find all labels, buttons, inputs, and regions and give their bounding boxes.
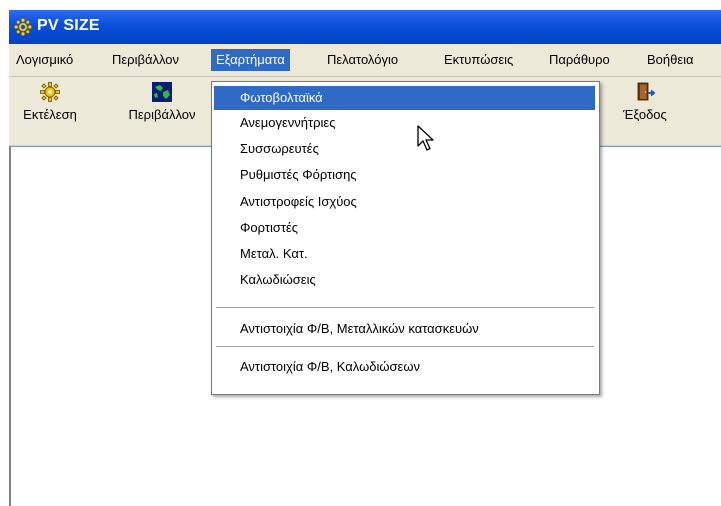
app-window: PV SIZE Λογισμικό Περιβάλλον Εξαρτήματα … [9, 10, 721, 506]
run-button[interactable]: Εκτέλεση [15, 81, 85, 137]
menu-help[interactable]: Βοήθεια [642, 49, 699, 71]
menu-item-charge-controllers[interactable]: Ρυθμιστές Φόρτισης [214, 163, 595, 187]
menu-item-batteries[interactable]: Συσσωρευτές [214, 137, 595, 161]
menu-separator [216, 307, 594, 308]
menu-prints[interactable]: Εκτυπώσεις [439, 49, 518, 71]
globe-icon [152, 82, 172, 102]
menu-separator [216, 346, 594, 347]
menu-item-pv-metal-structures-mapping[interactable]: Αντιστοιχία Φ/Β, Μεταλλικών κατασκευών [214, 317, 595, 341]
menu-software[interactable]: Λογισμικό [11, 49, 78, 71]
exit-door-icon [637, 82, 656, 101]
menu-bar: Λογισμικό Περιβάλλον Εξαρτήματα Πελατολό… [9, 44, 721, 77]
menu-item-wind-turbines[interactable]: Ανεμογεννήτριες [214, 111, 595, 135]
components-dropdown-menu: Φωτοβολταϊκά Ανεμογεννήτριες Συσσωρευτές… [211, 81, 600, 395]
environment-button-label: Περιβάλλον [128, 107, 196, 122]
sun-gear-icon [40, 82, 60, 102]
menu-window[interactable]: Παράθυρο [544, 49, 615, 71]
menu-item-pv-cabling-mapping[interactable]: Αντιστοιχία Φ/Β, Καλωδιώσεων [214, 355, 595, 379]
exit-button-label: Έξοδος [623, 107, 667, 122]
arrow-pointer-icon [417, 125, 434, 151]
menu-item-chargers[interactable]: Φορτιστές [214, 216, 595, 240]
environment-button[interactable]: Περιβάλλον [121, 81, 203, 137]
client-border [9, 146, 11, 506]
menu-item-cabling[interactable]: Καλωδιώσεις [214, 268, 595, 292]
menu-customers[interactable]: Πελατολόγιο [322, 49, 403, 71]
menu-item-metal-structures[interactable]: Μεταλ. Κατ. [214, 242, 595, 266]
run-button-label: Εκτέλεση [23, 107, 77, 122]
menu-item-power-inverters[interactable]: Αντιστροφείς Ισχύος [214, 190, 595, 214]
title-bar[interactable]: PV SIZE [9, 10, 721, 44]
menu-item-photovoltaics[interactable]: Φωτοβολταϊκά [214, 86, 595, 110]
exit-button[interactable]: Έξοδος [615, 81, 675, 137]
sun-icon [14, 18, 32, 36]
menu-environment[interactable]: Περιβάλλον [107, 49, 184, 71]
window-title: PV SIZE [37, 17, 100, 34]
menu-components[interactable]: Εξαρτήματα [211, 49, 290, 71]
